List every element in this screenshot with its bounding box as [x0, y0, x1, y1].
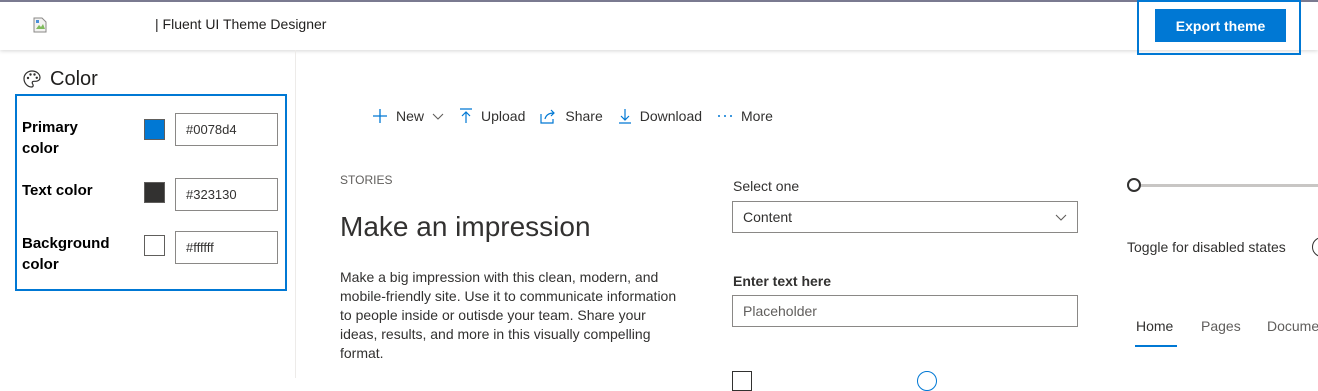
background-color-field[interactable]: #ffffff	[175, 231, 278, 264]
radio-button[interactable]	[917, 371, 937, 391]
pivot-pages[interactable]: Pages	[1201, 318, 1241, 334]
background-color-label: Background color	[22, 233, 127, 275]
upload-command-label: Upload	[481, 108, 526, 124]
broken-image-icon	[33, 17, 47, 33]
command-bar: New Upload Share Download More	[372, 106, 788, 126]
text-color-field[interactable]: #323130	[175, 178, 278, 211]
palette-icon	[23, 70, 41, 88]
primary-color-field[interactable]: #0078d4	[175, 113, 278, 146]
download-icon	[618, 109, 631, 124]
background-color-label-line1: Background	[22, 235, 110, 252]
download-command[interactable]: Download	[618, 108, 702, 124]
more-command-label: More	[741, 108, 773, 124]
text-color-label-line1: Text color	[22, 182, 93, 199]
app-title: | Fluent UI Theme Designer	[155, 16, 327, 32]
pivot-selected-indicator	[1135, 345, 1177, 347]
stories-eyebrow: STORIES	[340, 173, 393, 187]
checkbox[interactable]	[732, 371, 752, 391]
text-color-label: Text color	[22, 180, 127, 201]
toggle-switch[interactable]	[1312, 237, 1318, 257]
slider-track[interactable]	[1141, 184, 1318, 187]
new-command-label: New	[396, 108, 425, 124]
share-command[interactable]: Share	[540, 108, 603, 124]
export-theme-button[interactable]: Export theme	[1155, 9, 1286, 42]
toggle-label: Toggle for disabled states	[1127, 239, 1286, 255]
select-value: Content	[743, 209, 793, 225]
story-headline: Make an impression	[340, 211, 591, 242]
text-input[interactable]: Placeholder	[732, 295, 1078, 327]
primary-color-label: Primary color	[22, 117, 127, 159]
share-command-label: Share	[565, 108, 603, 124]
sidebar-divider	[295, 50, 296, 378]
color-section-title: Color	[50, 67, 98, 90]
select-label: Select one	[733, 178, 800, 194]
text-field-label: Enter text here	[733, 273, 832, 289]
background-color-swatch[interactable]	[144, 235, 165, 256]
chevron-down-icon	[432, 113, 444, 120]
chevron-down-icon	[1055, 214, 1067, 221]
add-icon	[373, 109, 387, 123]
background-color-label-line2: color	[22, 256, 59, 273]
slider-thumb[interactable]	[1127, 178, 1141, 192]
color-section-header: Color	[22, 66, 98, 92]
more-command[interactable]: More	[717, 108, 773, 124]
upload-icon	[460, 108, 473, 123]
more-icon	[718, 115, 733, 117]
upload-command[interactable]: Upload	[459, 108, 525, 124]
text-color-swatch[interactable]	[144, 182, 165, 203]
share-icon	[540, 109, 556, 124]
primary-color-label-line1: Primary	[22, 119, 78, 136]
pivot-documents[interactable]: Docume	[1267, 318, 1318, 334]
primary-color-swatch[interactable]	[144, 119, 165, 140]
download-command-label: Download	[639, 108, 703, 124]
primary-color-label-line2: color	[22, 140, 59, 157]
new-command[interactable]: New	[372, 108, 444, 124]
story-body: Make a big impression with this clean, m…	[340, 269, 677, 361]
select-dropdown[interactable]: Content	[732, 201, 1078, 233]
pivot-home[interactable]: Home	[1136, 318, 1173, 334]
